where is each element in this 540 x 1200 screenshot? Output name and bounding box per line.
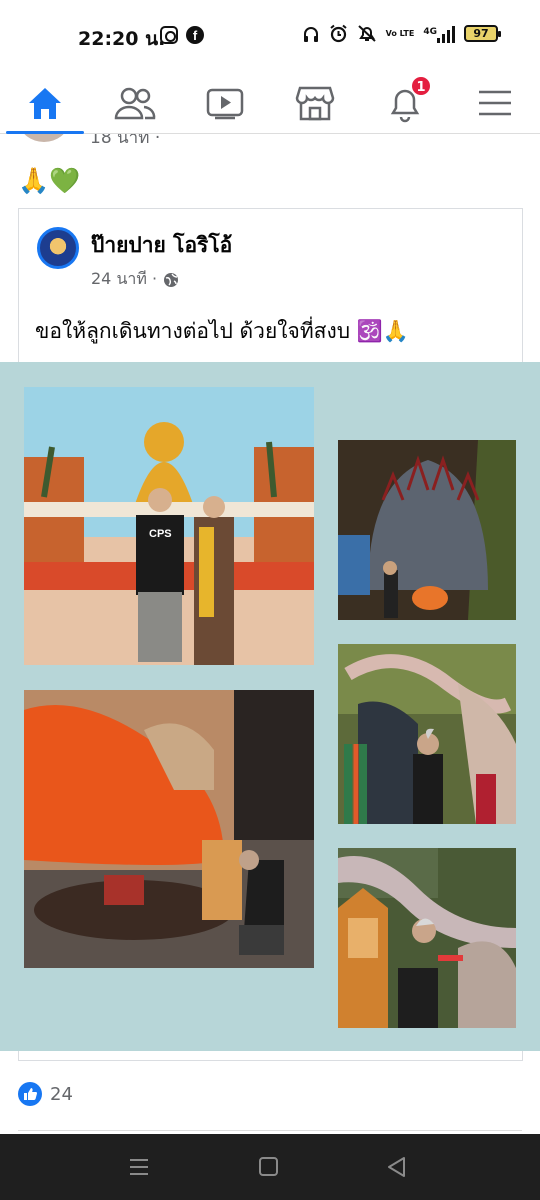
photo-naga-statue[interactable] [338,440,516,620]
notification-badge: 1 [410,75,432,97]
system-nav-bar [0,1134,540,1200]
top-nav: 1 [0,72,540,134]
shared-post-card[interactable]: ป๊ายปาย โอริโอ้ 24 นาที · ขอให้ลูกเดินทา… [18,208,523,368]
shared-post-time: 24 นาที · [91,267,179,292]
home-square-icon [259,1157,278,1176]
friends-icon [114,87,156,120]
home-icon [29,88,61,119]
marketplace-icon [295,86,335,121]
home-button[interactable] [256,1154,282,1180]
tab-video[interactable] [180,72,270,134]
volte-icon: Vo LTE [385,29,415,38]
previous-post-header: 18 นาที · [0,134,540,174]
facebook-icon: f [186,26,204,44]
previous-post-time: 18 นาที · [90,134,161,148]
reactions-summary[interactable]: 24 [18,1082,73,1106]
alarm-icon [329,24,347,43]
hamburger-icon [479,90,511,116]
signal-icon: 4G [423,25,455,43]
screenshot-icon [160,26,178,44]
post-caption: 🙏💚 [18,166,81,195]
globe-icon [164,272,179,287]
status-right-icons: Vo LTE 4G 97 [302,24,501,43]
recent-apps-button[interactable] [126,1154,152,1180]
recent-apps-icon [130,1159,148,1175]
avatar[interactable] [20,134,68,142]
tab-menu[interactable] [450,72,540,134]
status-left-icons: f [160,26,204,44]
battery-icon: 97 [464,25,501,42]
photo-shrine-offering[interactable] [338,848,516,1028]
network-label: 4G [423,26,437,37]
back-button[interactable] [384,1154,410,1180]
shared-author-name[interactable]: ป๊ายปาย โอริโอ้ [91,229,232,262]
video-icon [206,88,244,120]
like-count: 24 [50,1083,73,1105]
shared-card-bottom [18,1051,523,1061]
photo-ganesha-prayer[interactable] [24,690,314,968]
tab-notifications[interactable]: 1 [360,72,450,134]
photo-dragon-garland[interactable] [338,644,516,824]
tab-friends[interactable] [90,72,180,134]
status-bar: 22:20 น. f Vo LTE 4G 97 [0,0,540,72]
status-time: 22:20 น. [78,28,166,50]
photo-ganesha-couple[interactable]: CPS [24,387,314,665]
avatar[interactable] [37,227,79,269]
shared-post-text: ขอให้ลูกเดินทางต่อไป ด้วยใจที่สงบ 🕉️🙏 [35,319,410,343]
mute-icon [357,25,376,42]
headphones-icon [303,26,318,42]
tshirt-text: CPS [149,528,172,540]
like-icon [18,1082,42,1106]
tab-marketplace[interactable] [270,72,360,134]
tab-home[interactable] [0,72,90,134]
photo-gallery: CPS [0,362,540,1051]
shared-time-label: 24 นาที · [91,269,158,288]
back-icon [388,1157,405,1177]
divider [18,1130,522,1131]
